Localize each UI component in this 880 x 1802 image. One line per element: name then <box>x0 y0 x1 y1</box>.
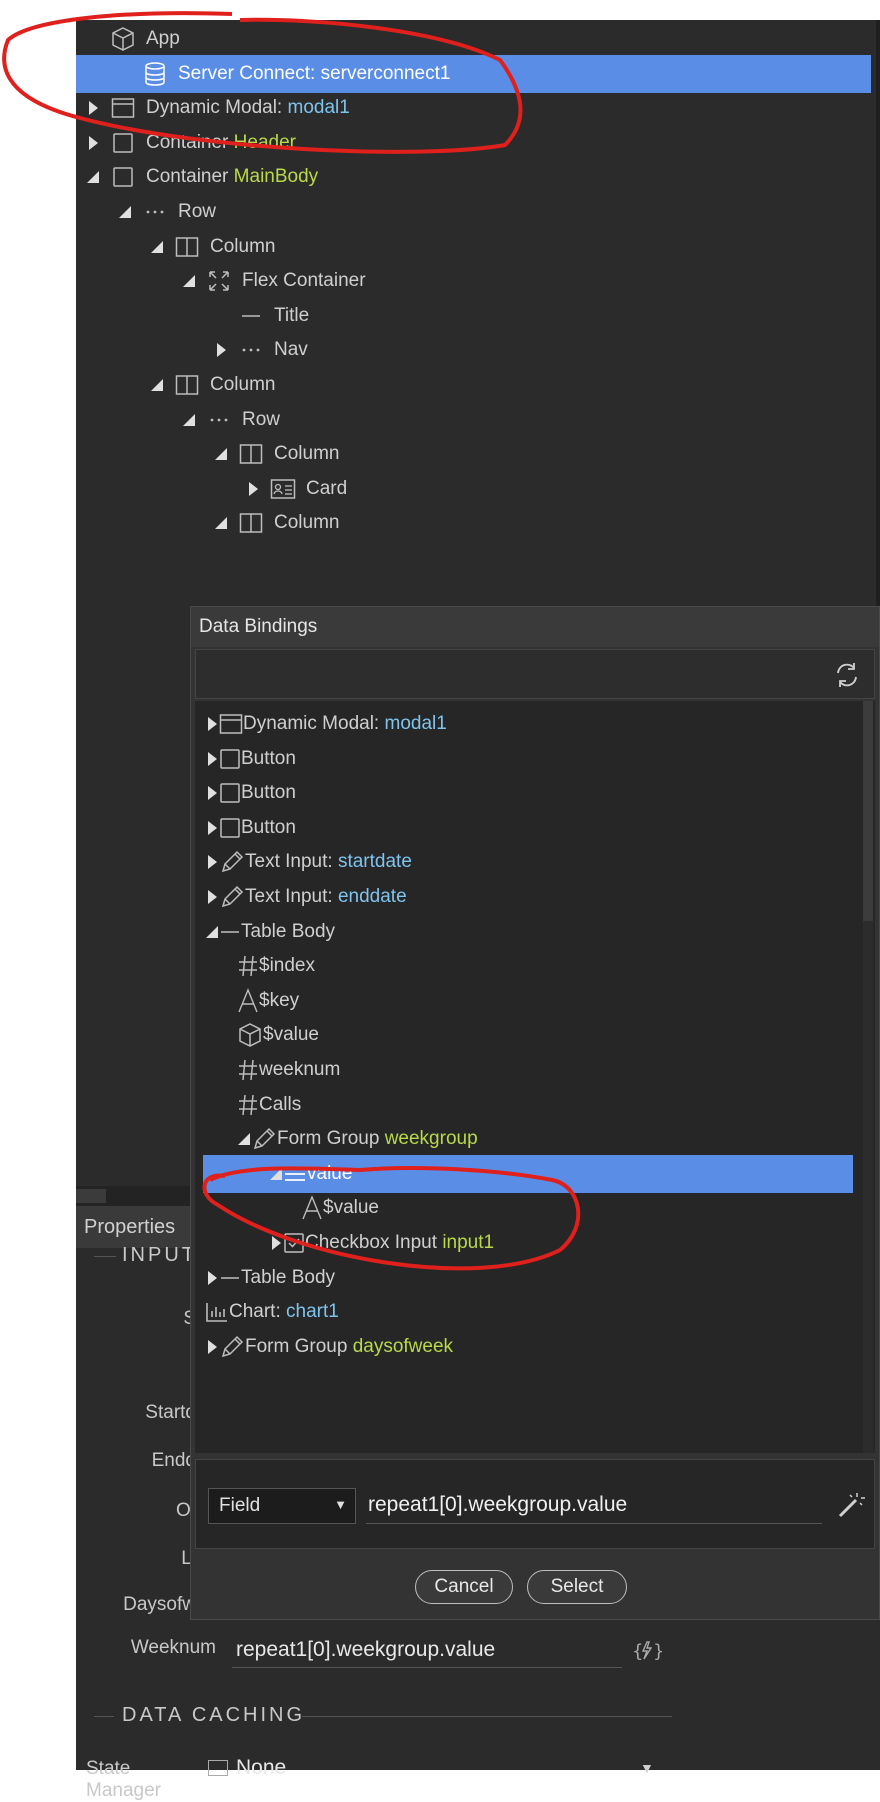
annotation-circle <box>202 1166 581 1271</box>
annotation-overlay <box>2 11 581 1271</box>
annotation-circle <box>2 11 523 154</box>
